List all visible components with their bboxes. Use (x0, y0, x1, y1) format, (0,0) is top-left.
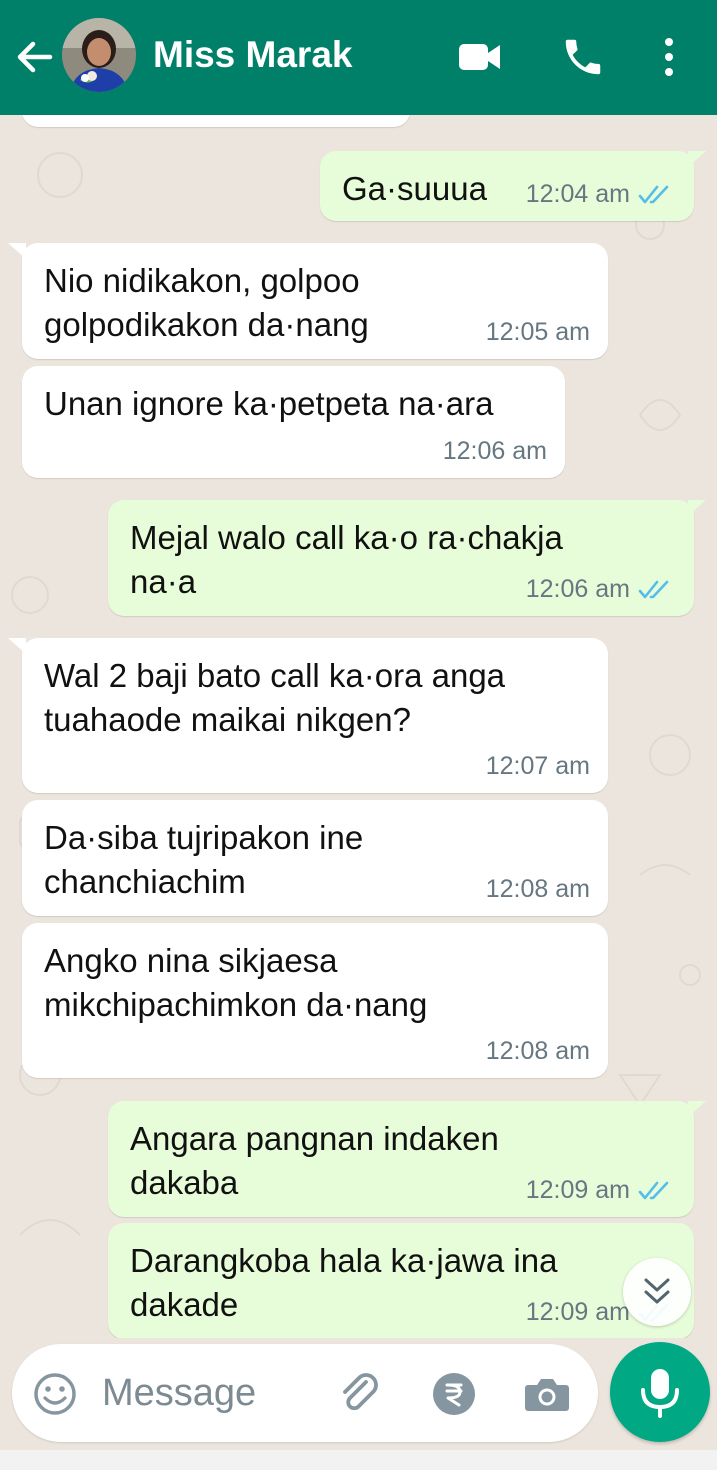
message-line: chanchiachim (44, 863, 246, 900)
message-line: na·a (130, 563, 197, 600)
message-time: 12:05 am (485, 318, 590, 346)
more-options-icon[interactable] (648, 34, 690, 80)
attach-icon[interactable] (336, 1370, 384, 1418)
message-line: Da·siba tujripakon ine (44, 819, 364, 856)
system-nav-strip (0, 1450, 717, 1470)
message-input[interactable] (102, 1366, 322, 1420)
scroll-to-bottom-button[interactable] (623, 1258, 691, 1326)
message-time: 12:09 am (525, 1176, 630, 1204)
message-line: dakade (130, 1286, 239, 1323)
message-text: Ga·suuua (342, 170, 487, 207)
contact-name[interactable]: Miss Marak (153, 34, 353, 76)
message-bubble-incoming[interactable]: Nio nidikakon, golpoo golpodikakon da·na… (8, 243, 608, 359)
message-line: Darangkoba hala ka·jawa ina (130, 1242, 558, 1279)
read-ticks-icon (638, 185, 669, 204)
mic-button[interactable] (610, 1342, 710, 1442)
message-time: 12:08 am (485, 1037, 590, 1065)
read-ticks-icon (638, 580, 669, 599)
emoji-icon[interactable] (32, 1371, 78, 1417)
read-ticks-icon (638, 1181, 669, 1200)
message-line: Mejal walo call ka·o ra·chakja (130, 519, 563, 556)
message-line: Angko nina sikjaesa (44, 942, 338, 979)
voice-call-icon[interactable] (560, 34, 606, 80)
message-bubble-outgoing[interactable]: Angara pangnan indaken dakaba 12:09 am (108, 1101, 706, 1217)
message-text: Darangkoba hala ka·jawa ina dakade (130, 1239, 557, 1327)
contact-avatar[interactable] (62, 18, 136, 92)
message-time: 12:04 am (525, 180, 630, 208)
video-call-icon[interactable] (457, 34, 503, 80)
message-line: dakaba (130, 1164, 239, 1201)
message-line: Wal 2 baji bato call ka·ora anga (44, 657, 506, 694)
message-text: Mejal walo call ka·o ra·chakja na·a (130, 516, 563, 604)
message-time: 12:06 am (525, 575, 630, 603)
chat-header: Miss Marak (0, 0, 717, 115)
message-bubble-incoming[interactable]: Da·siba tujripakon ine chanchiachim 12:0… (22, 800, 608, 916)
message-text: Angko nina sikjaesa mikchipachimkon da·n… (44, 939, 427, 1027)
message-bubble-outgoing[interactable]: Darangkoba hala ka·jawa ina dakade 12:09… (108, 1223, 694, 1338)
message-text: Nio nidikakon, golpoo golpodikakon da·na… (44, 259, 369, 347)
message-bubble-incoming[interactable]: Unan ignore ka·petpeta na·ara 12:06 am (22, 366, 565, 478)
mic-icon (641, 1369, 679, 1418)
message-time: 12:06 am (442, 437, 547, 465)
rupee-payment-icon[interactable] (430, 1370, 478, 1418)
message-time: 12:07 am (485, 752, 590, 780)
message-line: golpodikakon da·nang (44, 306, 369, 343)
message-bubble-incoming[interactable]: Wal 2 baji bato call ka·ora anga tuahaod… (8, 638, 608, 793)
message-text: Unan ignore ka·petpeta na·ara (44, 385, 494, 422)
message-input-bar[interactable] (12, 1344, 598, 1442)
message-time: 12:08 am (485, 875, 590, 903)
message-line: mikchipachimkon da·nang (44, 986, 428, 1023)
message-text: Da·siba tujripakon ine chanchiachim (44, 816, 363, 904)
message-line: tuahaode maikai nikgen? (44, 701, 411, 738)
message-bubble-outgoing[interactable]: Mejal walo call ka·o ra·chakja na·a 12:0… (108, 500, 706, 616)
message-text: Wal 2 baji bato call ka·ora anga tuahaod… (44, 654, 505, 742)
message-line: Angara pangnan indaken (130, 1120, 499, 1157)
message-line: Nio nidikakon, golpoo (44, 262, 360, 299)
camera-icon[interactable] (522, 1370, 572, 1418)
message-time: 12:09 am (525, 1298, 630, 1326)
back-arrow-icon[interactable] (14, 36, 56, 78)
message-bubble-incoming[interactable]: Angko nina sikjaesa mikchipachimkon da·n… (22, 923, 608, 1078)
message-bubble-outgoing[interactable]: Ga·suuua 12:04 am (320, 151, 706, 221)
chat-area[interactable]: Ga·suuua 12:04 am Nio nidikakon, golpoo … (0, 115, 717, 1338)
message-bubble-partial[interactable] (22, 115, 410, 127)
message-text: Angara pangnan indaken dakaba (130, 1117, 499, 1205)
double-chevron-down-icon (644, 1278, 670, 1304)
